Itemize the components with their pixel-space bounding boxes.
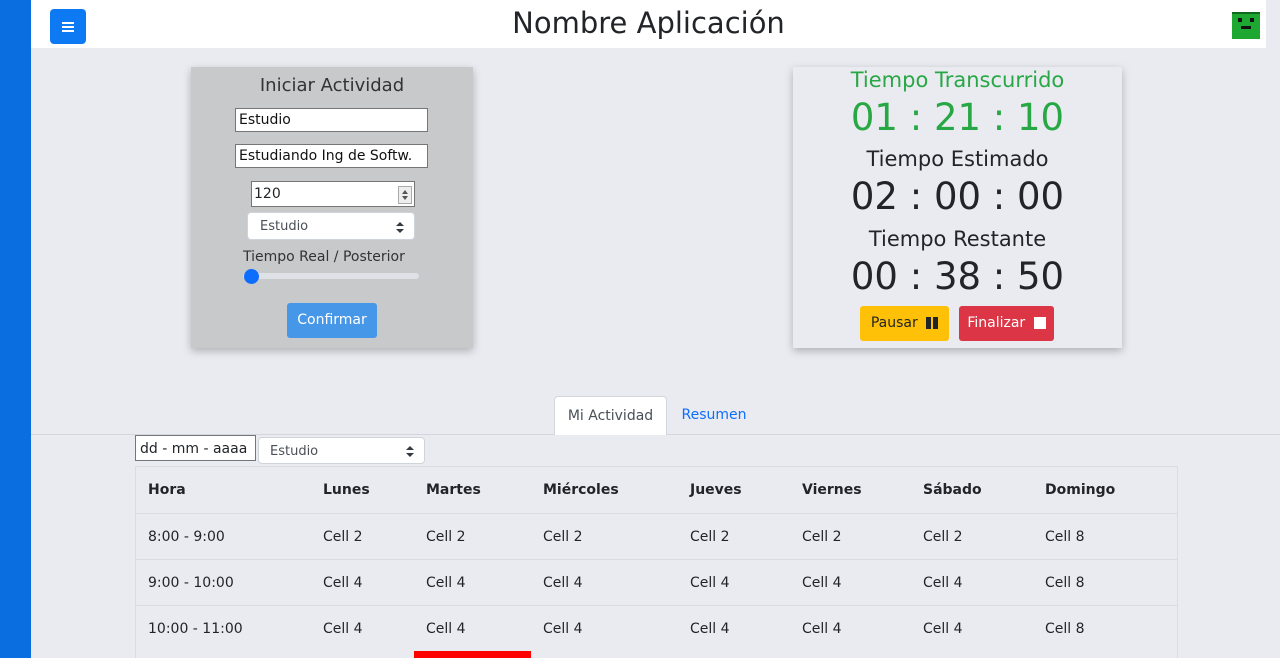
activity-name-input[interactable]: Estudio <box>235 108 428 132</box>
table-cell: Cell 2 <box>678 513 790 560</box>
column-header: Hora <box>148 482 186 498</box>
filter-category-select[interactable]: Estudio <box>258 437 425 464</box>
app-title: Nombre Aplicación <box>512 6 785 40</box>
column-header: Sábado <box>923 482 982 498</box>
elapsed-value: 01 : 21 : 10 <box>850 96 1065 139</box>
table-cell: 9:00 - 10:00 <box>136 559 311 606</box>
column-header: Jueves <box>690 482 742 498</box>
table-cell: Cell 8 <box>1033 513 1177 560</box>
chevron-updown-icon <box>396 222 404 233</box>
table-cell: Cell 2 <box>911 513 1033 560</box>
table-cell: Cell 2 <box>414 513 531 560</box>
highlighted-cell <box>414 651 531 658</box>
table-cell: Cell 8 <box>1033 559 1177 606</box>
schedule-table: Hora Lunes Martes Miércoles Jueves Viern… <box>135 466 1178 658</box>
column-header: Lunes <box>323 482 370 498</box>
activity-description-input[interactable]: Estudiando Ing de Softw. <box>235 144 428 168</box>
table-cell: Cell 4 <box>911 559 1033 606</box>
elapsed-label: Tiempo Transcurrido <box>850 68 1065 92</box>
spinner-icon[interactable] <box>398 186 412 204</box>
timer-panel: Tiempo Transcurrido 01 : 21 : 10 Tiempo … <box>793 67 1122 348</box>
table-cell: Cell 4 <box>678 605 790 651</box>
avatar-icon[interactable] <box>1230 9 1262 41</box>
finish-button-label: Finalizar <box>967 315 1026 331</box>
table-row: 9:00 - 10:00 Cell 4 Cell 4 Cell 4 Cell 4… <box>136 559 1177 606</box>
category-select[interactable]: Estudio <box>247 212 415 240</box>
minutes-input[interactable]: 120 <box>251 181 415 207</box>
tab-mi-actividad[interactable]: Mi Actividad <box>554 396 667 435</box>
table-cell: 10:00 - 11:00 <box>136 605 311 651</box>
column-header: Martes <box>426 482 481 498</box>
date-input[interactable]: dd - mm - aaaa <box>135 435 256 461</box>
remaining-label: Tiempo Restante <box>868 227 1047 251</box>
stop-icon <box>1033 317 1046 329</box>
left-rail <box>0 0 31 658</box>
table-row: 8:00 - 9:00 Cell 2 Cell 2 Cell 2 Cell 2 … <box>136 513 1177 560</box>
table-cell: Cell 4 <box>311 605 414 651</box>
tab-resumen[interactable]: Resumen <box>669 396 759 435</box>
pause-button-label: Pausar <box>870 315 918 331</box>
table-cell: Cell 4 <box>414 559 531 606</box>
table-cell: 8:00 - 9:00 <box>136 513 311 560</box>
table-cell: Cell 4 <box>531 605 678 651</box>
table-cell: Cell 8 <box>1033 605 1177 651</box>
table-cell: Cell 2 <box>311 513 414 560</box>
table-header-row: Hora Lunes Martes Miércoles Jueves Viern… <box>136 467 1177 514</box>
category-select-value: Estudio <box>260 219 309 234</box>
table-cell: Cell 2 <box>790 513 911 560</box>
slider-label: Tiempo Real / Posterior <box>243 249 405 265</box>
pause-button[interactable]: Pausar <box>860 306 949 341</box>
estimated-label: Tiempo Estimado <box>866 147 1049 171</box>
table-row: 10:00 - 11:00 Cell 4 Cell 4 Cell 4 Cell … <box>136 605 1177 651</box>
estimated-value: 02 : 00 : 00 <box>850 175 1065 218</box>
table-cell: Cell 4 <box>678 559 790 606</box>
table-cell: Cell 4 <box>790 559 911 606</box>
column-header: Viernes <box>802 482 862 498</box>
remaining-value: 00 : 38 : 50 <box>850 255 1065 298</box>
table-cell: Cell 4 <box>414 605 531 651</box>
slider-thumb[interactable] <box>244 269 259 284</box>
confirm-button[interactable]: Confirmar <box>287 303 377 338</box>
start-activity-panel: Iniciar Actividad Estudio Estudiando Ing… <box>191 67 473 348</box>
time-mode-slider[interactable] <box>243 273 419 279</box>
table-cell: Cell 2 <box>531 513 678 560</box>
table-cell: Cell 4 <box>790 605 911 651</box>
minutes-value: 120 <box>254 186 281 202</box>
filter-category-value: Estudio <box>270 444 319 459</box>
finish-button[interactable]: Finalizar <box>959 306 1054 341</box>
column-header: Miércoles <box>543 482 619 498</box>
pause-icon <box>926 317 939 329</box>
table-cell: Cell 4 <box>531 559 678 606</box>
column-header: Domingo <box>1045 482 1116 498</box>
start-panel-title: Iniciar Actividad <box>259 75 405 96</box>
table-cell: Cell 4 <box>911 605 1033 651</box>
table-cell: Cell 4 <box>311 559 414 606</box>
chevron-updown-icon <box>406 446 414 457</box>
top-navbar: Nombre Aplicación <box>31 0 1266 48</box>
